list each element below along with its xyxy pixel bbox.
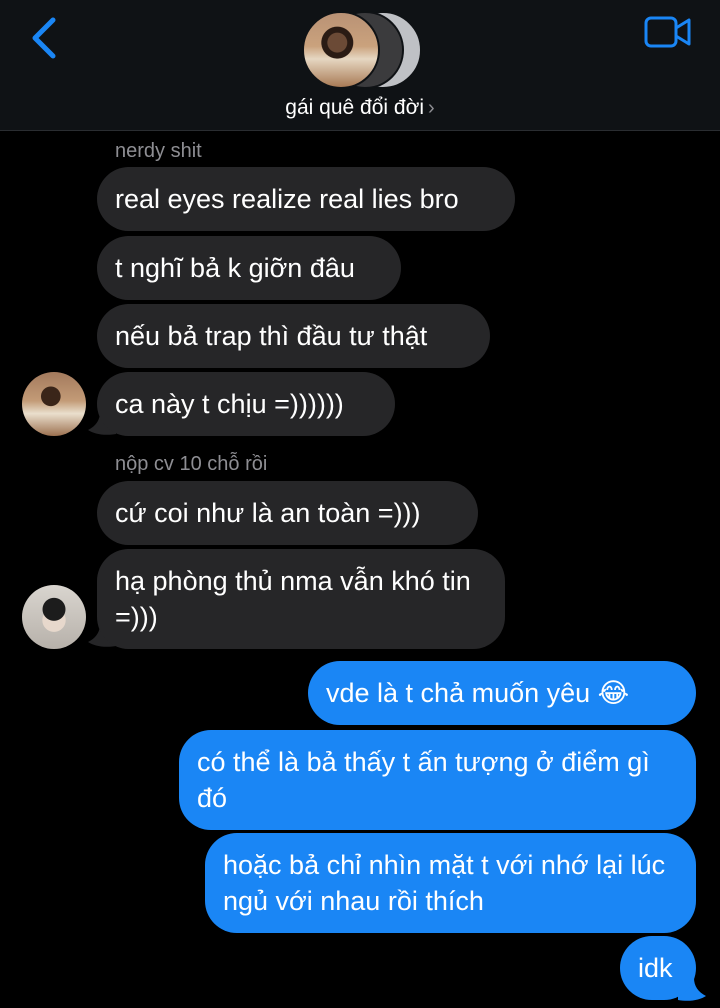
incoming-message[interactable]: ca này t chịu =)))))) [97,372,395,436]
incoming-message[interactable]: real eyes realize real lies bro [97,167,515,231]
incoming-message[interactable]: t nghĩ bả k giỡn đâu [97,236,401,300]
group-name: gái quê đổi đời [285,96,425,119]
back-button[interactable] [24,14,64,62]
chat-screen: gái quê đổi đời › nerdy shit real eyes re… [0,0,720,1008]
incoming-message[interactable]: hạ phòng thủ nma vẫn khó tin =))) [97,549,505,649]
message-text: hoặc bả chỉ nhìn mặt t với nhớ lại lúc n… [223,850,666,916]
incoming-message[interactable]: cứ coi như là an toàn =))) [97,481,478,545]
message-text: hạ phòng thủ nma vẫn khó tin =))) [115,566,471,632]
group-avatar-stack[interactable] [300,10,422,90]
outgoing-message[interactable]: idk [620,936,696,1000]
message-text: ca này t chịu =)))))) [115,389,344,419]
message-text: nếu bả trap thì đầu tư thật [115,321,428,351]
video-camera-icon [644,16,691,48]
chevron-right-icon: › [428,97,435,119]
sender-avatar[interactable] [22,372,86,436]
message-text: idk [638,953,673,983]
outgoing-message[interactable]: vde là t chả muốn yêu 😂 [308,661,696,725]
message-text: cứ coi như là an toàn =))) [115,498,421,528]
video-call-button[interactable] [644,14,692,50]
conversation-header: gái quê đổi đời › [0,0,720,131]
outgoing-message[interactable]: hoặc bả chỉ nhìn mặt t với nhớ lại lúc n… [205,833,696,933]
message-text: t nghĩ bả k giỡn đâu [115,253,355,283]
group-title[interactable]: gái quê đổi đời › [0,96,720,120]
sender-avatar[interactable] [22,585,86,649]
incoming-message[interactable]: nếu bả trap thì đầu tư thật [97,304,490,368]
sender-name: nerdy shit [115,140,202,162]
message-text: có thể là bả thấy t ấn tượng ở điểm gì đ… [197,747,650,813]
group-avatar-1 [302,11,380,89]
chevron-left-icon [32,17,56,59]
message-text: real eyes realize real lies bro [115,184,459,214]
outgoing-message[interactable]: có thể là bả thấy t ấn tượng ở điểm gì đ… [179,730,696,830]
sender-name: nộp cv 10 chỗ rồi [115,453,268,475]
message-text: vde là t chả muốn yêu 😂 [326,678,630,708]
